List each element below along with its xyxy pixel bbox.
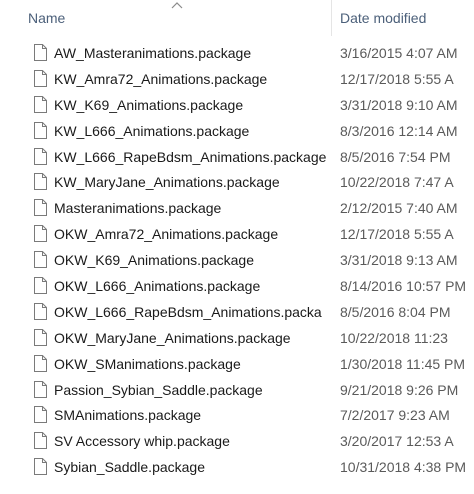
file-name[interactable]: KW_L666_Animations.package	[54, 122, 326, 140]
file-date-modified: 3/20/2017 12:53 A	[340, 433, 454, 450]
file-row[interactable]: OKW_SManimations.package 1/30/2018 11:45 …	[0, 351, 474, 377]
column-header-bar: Name Date modified	[0, 0, 474, 36]
file-row[interactable]: KW_MaryJane_Animations.package 10/22/2018…	[0, 169, 474, 195]
file-date-modified: 10/22/2018 7:47 A	[340, 174, 454, 191]
file-date-modified: 12/17/2018 5:55 A	[340, 70, 454, 87]
document-icon	[34, 302, 47, 320]
file-name[interactable]: OKW_K69_Animations.package	[54, 251, 326, 269]
file-date-modified: 10/22/2018 11:23	[340, 329, 448, 346]
file-name[interactable]: OKW_MaryJane_Animations.package	[54, 329, 326, 347]
file-name[interactable]: OKW_Amra72_Animations.package	[54, 225, 326, 243]
document-icon	[34, 69, 47, 87]
file-row[interactable]: KW_K69_Animations.package 3/31/2018 9:10 …	[0, 92, 474, 118]
document-icon	[34, 380, 47, 398]
file-row[interactable]: SMAnimations.package 7/2/2017 9:23 AM	[0, 402, 474, 428]
column-divider[interactable]	[331, 0, 332, 36]
file-date-modified: 9/21/2018 9:26 PM	[340, 381, 459, 398]
file-date-modified: 7/2/2017 9:23 AM	[340, 407, 450, 424]
file-date-modified: 10/31/2018 4:38 PM	[340, 459, 467, 476]
file-name[interactable]: OKW_L666_RapeBdsm_Animations.packa	[54, 303, 326, 321]
file-name[interactable]: KW_L666_RapeBdsm_Animations.package	[54, 148, 326, 166]
document-icon	[34, 225, 47, 243]
document-icon	[34, 277, 47, 295]
file-date-modified: 12/17/2018 5:55 A	[340, 226, 454, 243]
document-icon	[34, 406, 47, 424]
file-date-modified: 8/3/2016 12:14 AM	[340, 122, 458, 139]
file-row[interactable]: OKW_Amra72_Animations.package 12/17/2018 …	[0, 221, 474, 247]
file-date-modified: 8/14/2016 10:57 PM	[340, 278, 467, 295]
file-row[interactable]: KW_L666_RapeBdsm_Animations.package 8/5/2…	[0, 144, 474, 170]
file-date-modified: 3/16/2015 4:07 AM	[340, 45, 458, 61]
file-row[interactable]: AW_Masteranimations.package 3/16/2015 4:0…	[0, 40, 474, 66]
document-icon	[34, 354, 47, 372]
file-name[interactable]: SMAnimations.package	[54, 406, 326, 424]
date-modified-column-header[interactable]: Date modified	[340, 10, 426, 26]
file-name[interactable]: AW_Masteranimations.package	[54, 44, 326, 62]
file-row[interactable]: OKW_L666_RapeBdsm_Animations.packa 8/5/20…	[0, 299, 474, 325]
file-name[interactable]: OKW_L666_Animations.package	[54, 277, 326, 295]
file-name[interactable]: SV Accessory whip.package	[54, 432, 326, 450]
file-row[interactable]: OKW_L666_Animations.package 8/14/2016 10:…	[0, 273, 474, 299]
file-date-modified: 2/12/2015 7:40 AM	[340, 200, 458, 217]
file-date-modified: 8/5/2016 8:04 PM	[340, 303, 451, 320]
file-name[interactable]: KW_MaryJane_Animations.package	[54, 173, 326, 191]
name-column-header[interactable]: Name	[28, 10, 65, 26]
file-row[interactable]: Masteranimations.package 2/12/2015 7:40 A…	[0, 195, 474, 221]
chevron-up-icon[interactable]	[168, 0, 186, 10]
document-icon	[34, 44, 47, 61]
document-icon	[34, 173, 47, 191]
file-date-modified: 3/31/2018 9:13 AM	[340, 252, 458, 269]
file-name[interactable]: Sybian_Saddle.package	[54, 458, 326, 476]
document-icon	[34, 199, 47, 217]
document-icon	[34, 121, 47, 139]
file-row[interactable]: KW_L666_Animations.package 8/3/2016 12:14…	[0, 118, 474, 144]
file-row[interactable]: OKW_MaryJane_Animations.package 10/22/201…	[0, 325, 474, 351]
file-list: AW_Masteranimations.package 3/16/2015 4:0…	[0, 40, 474, 480]
file-row[interactable]: Passion_Sybian_Saddle.package 9/21/2018 9…	[0, 377, 474, 403]
file-name[interactable]: Passion_Sybian_Saddle.package	[54, 381, 326, 399]
document-icon	[34, 328, 47, 346]
document-icon	[34, 458, 47, 476]
file-row[interactable]: SV Accessory whip.package 3/20/2017 12:53…	[0, 428, 474, 454]
document-icon	[34, 251, 47, 269]
file-date-modified: 8/5/2016 7:54 PM	[340, 148, 451, 165]
file-name[interactable]: KW_Amra72_Animations.package	[54, 70, 326, 88]
file-date-modified: 1/30/2018 11:45 PM	[340, 355, 466, 372]
file-row[interactable]: KW_Amra72_Animations.package 12/17/2018 5…	[0, 66, 474, 92]
file-name[interactable]: Masteranimations.package	[54, 199, 326, 217]
file-date-modified: 3/31/2018 9:10 AM	[340, 96, 458, 113]
file-row[interactable]: Sybian_Saddle.package 10/31/2018 4:38 PM	[0, 454, 474, 480]
document-icon	[34, 147, 47, 165]
file-name[interactable]: KW_K69_Animations.package	[54, 96, 326, 114]
document-icon	[34, 95, 47, 113]
document-icon	[34, 432, 47, 450]
file-name[interactable]: OKW_SManimations.package	[54, 355, 326, 373]
file-row[interactable]: OKW_K69_Animations.package 3/31/2018 9:13…	[0, 247, 474, 273]
